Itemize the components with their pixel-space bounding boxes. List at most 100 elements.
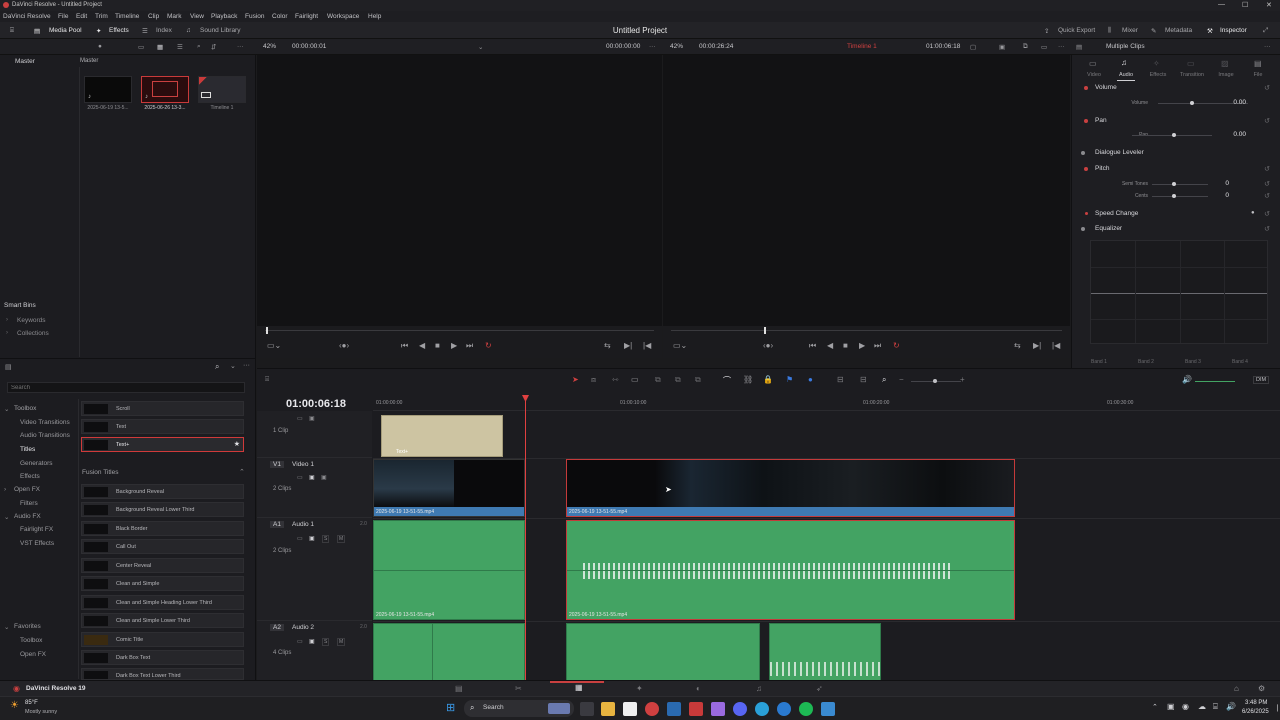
speaker-icon[interactable]: 🔊 bbox=[1182, 375, 1192, 384]
zoom-custom-icon[interactable]: ⌕ bbox=[882, 375, 886, 385]
file-explorer-icon[interactable] bbox=[601, 702, 615, 716]
auto-select-icon[interactable]: ▣ bbox=[309, 638, 315, 645]
zoom-in-icon[interactable]: + bbox=[960, 375, 965, 384]
play-icon[interactable]: ▶ bbox=[451, 341, 457, 350]
reset-icon[interactable]: ↺ bbox=[1264, 165, 1270, 173]
track-badge[interactable]: A2 bbox=[270, 624, 284, 631]
tab-video[interactable]: Video bbox=[1079, 72, 1109, 78]
semitones-knob[interactable] bbox=[1172, 182, 1176, 186]
master-bin-header[interactable]: Master bbox=[15, 58, 35, 65]
tree-vst-effects[interactable]: VST Effects bbox=[20, 540, 54, 547]
maximize-icon[interactable]: ☐ bbox=[1242, 1, 1248, 9]
semitones-value[interactable]: 0 bbox=[1199, 180, 1229, 187]
effect-item-selected[interactable]: Text+ ★ bbox=[81, 437, 244, 452]
chevron-right-icon[interactable]: › bbox=[6, 330, 8, 336]
menu-playback[interactable]: Playback bbox=[211, 13, 237, 20]
quick-export-button[interactable]: Quick Export bbox=[1058, 27, 1095, 34]
pitch-enable-dot[interactable] bbox=[1084, 167, 1088, 171]
reset-icon[interactable]: ↺ bbox=[1264, 192, 1270, 200]
search-icon[interactable]: ⌕ bbox=[197, 43, 201, 51]
app-icon[interactable] bbox=[821, 702, 835, 716]
solo-button[interactable]: S bbox=[322, 535, 330, 543]
cents-value[interactable]: 0 bbox=[1199, 192, 1229, 199]
chevron-down-icon[interactable]: ⌄ bbox=[478, 43, 483, 51]
more-icon[interactable]: ··· bbox=[243, 362, 250, 369]
play-reverse-icon[interactable]: ◀ bbox=[827, 341, 833, 350]
app-tray-icon[interactable]: ◉ bbox=[1182, 702, 1189, 711]
tab-file[interactable]: File bbox=[1243, 72, 1273, 78]
replace-clip-icon[interactable]: ⧉ bbox=[695, 375, 701, 385]
dim-button[interactable]: DIM bbox=[1253, 376, 1270, 384]
weather-desc[interactable]: Mostly sunny bbox=[25, 709, 57, 715]
tab-image[interactable]: Image bbox=[1211, 72, 1241, 78]
chevron-down-icon[interactable]: ⌄ bbox=[230, 362, 236, 370]
lock-icon[interactable]: 🔒 bbox=[763, 375, 773, 384]
stop-icon[interactable]: ■ bbox=[843, 341, 848, 350]
pan-value[interactable]: 0.00 bbox=[1216, 131, 1246, 138]
equalizer-title[interactable]: Equalizer bbox=[1095, 225, 1122, 232]
dialogue-leveler-dot[interactable] bbox=[1081, 151, 1085, 155]
lock-icon[interactable]: ▭ bbox=[297, 535, 303, 542]
overwrite-clip-icon[interactable]: ⧉ bbox=[675, 375, 681, 385]
mark-out-icon[interactable]: |◀ bbox=[1052, 341, 1060, 350]
pan-slider[interactable] bbox=[1132, 133, 1212, 137]
menu-mark[interactable]: Mark bbox=[167, 13, 181, 20]
zoom-detail-icon[interactable]: ⊟ bbox=[860, 375, 867, 384]
viewer-options-icon[interactable]: ▭⌄ bbox=[267, 341, 281, 350]
timeline-zoom[interactable]: 42% bbox=[670, 43, 683, 50]
marker-icon[interactable]: ● bbox=[808, 375, 813, 384]
tree-favorites[interactable]: Favorites bbox=[14, 623, 41, 630]
app-tray-icon[interactable]: ▣ bbox=[1167, 702, 1175, 711]
effect-item[interactable]: Black Border bbox=[81, 521, 244, 536]
mute-button[interactable]: M bbox=[337, 638, 346, 646]
jog-icon[interactable]: ‹●› bbox=[339, 341, 349, 350]
effects-search-input[interactable] bbox=[11, 383, 231, 392]
fairlight-page-icon[interactable]: ♫ bbox=[756, 684, 762, 693]
speed-change-title[interactable]: Speed Change bbox=[1095, 210, 1138, 217]
tree-toolbox[interactable]: Toolbox bbox=[14, 405, 36, 412]
keyframe-dot-icon[interactable]: ● bbox=[1251, 210, 1255, 216]
mixer-icon[interactable]: ⫼ bbox=[1108, 27, 1111, 35]
skip-forward-icon[interactable]: ⏭ bbox=[466, 341, 473, 351]
tree-video-transitions[interactable]: Video Transitions bbox=[20, 419, 70, 426]
grid-view-icon[interactable]: ▦ bbox=[157, 43, 163, 51]
pan-enable-dot[interactable] bbox=[1084, 119, 1088, 123]
steam-icon[interactable] bbox=[667, 702, 681, 716]
loop-icon[interactable]: ↻ bbox=[893, 341, 900, 350]
menu-file[interactable]: File bbox=[58, 13, 68, 20]
clock-time[interactable]: 3:48 PM bbox=[1245, 700, 1267, 706]
reset-icon[interactable]: ↺ bbox=[1264, 117, 1270, 125]
effect-item[interactable]: Center Reveal bbox=[81, 558, 244, 573]
eq-band-3[interactable]: Band 3 bbox=[1185, 359, 1201, 365]
zoom-full-icon[interactable]: ⊟ bbox=[837, 375, 844, 384]
auto-select-icon[interactable]: ▣ bbox=[309, 535, 315, 542]
timeline-playhead[interactable] bbox=[525, 395, 526, 681]
metadata-icon[interactable]: ✎ bbox=[1151, 27, 1156, 35]
discord-icon[interactable] bbox=[733, 702, 747, 716]
insert-clip-icon[interactable]: ⧉ bbox=[655, 375, 661, 385]
lock-icon[interactable]: ▭ bbox=[297, 415, 303, 422]
skip-back-icon[interactable]: ⏮ bbox=[401, 341, 408, 351]
zoom-out-icon[interactable]: − bbox=[899, 375, 904, 384]
mute-button[interactable]: M bbox=[337, 535, 346, 543]
dialogue-leveler-title[interactable]: Dialogue Leveler bbox=[1095, 149, 1144, 156]
notepad-icon[interactable] bbox=[623, 702, 637, 716]
chevron-down-icon[interactable]: ⌄ bbox=[4, 513, 9, 521]
source-playhead[interactable] bbox=[266, 327, 268, 334]
track-badge[interactable]: A1 bbox=[270, 521, 284, 528]
tree-fav-open-fx[interactable]: Open FX bbox=[20, 651, 46, 658]
chevron-right-icon[interactable]: › bbox=[4, 486, 6, 493]
effect-item[interactable]: Scroll bbox=[81, 401, 244, 416]
windows-start-icon[interactable]: ⊞ bbox=[446, 701, 455, 714]
menu-timeline[interactable]: Timeline bbox=[115, 13, 139, 20]
audio-clip-selected[interactable]: 2025-06-19 13-51-55.mp4 bbox=[566, 520, 1015, 620]
tree-effects[interactable]: Effects bbox=[20, 473, 40, 480]
timeline-thumbnail[interactable] bbox=[198, 76, 246, 103]
tree-open-fx[interactable]: Open FX bbox=[14, 486, 40, 493]
more-icon[interactable]: ··· bbox=[1058, 43, 1065, 50]
chevron-up-icon[interactable]: ⌃ bbox=[1152, 703, 1158, 711]
taskbar-search[interactable]: ⌕ Search bbox=[464, 700, 574, 717]
pan-knob[interactable] bbox=[1172, 133, 1176, 137]
display-icon[interactable]: ▣ bbox=[999, 43, 1005, 51]
menu-clip[interactable]: Clip bbox=[148, 13, 159, 20]
